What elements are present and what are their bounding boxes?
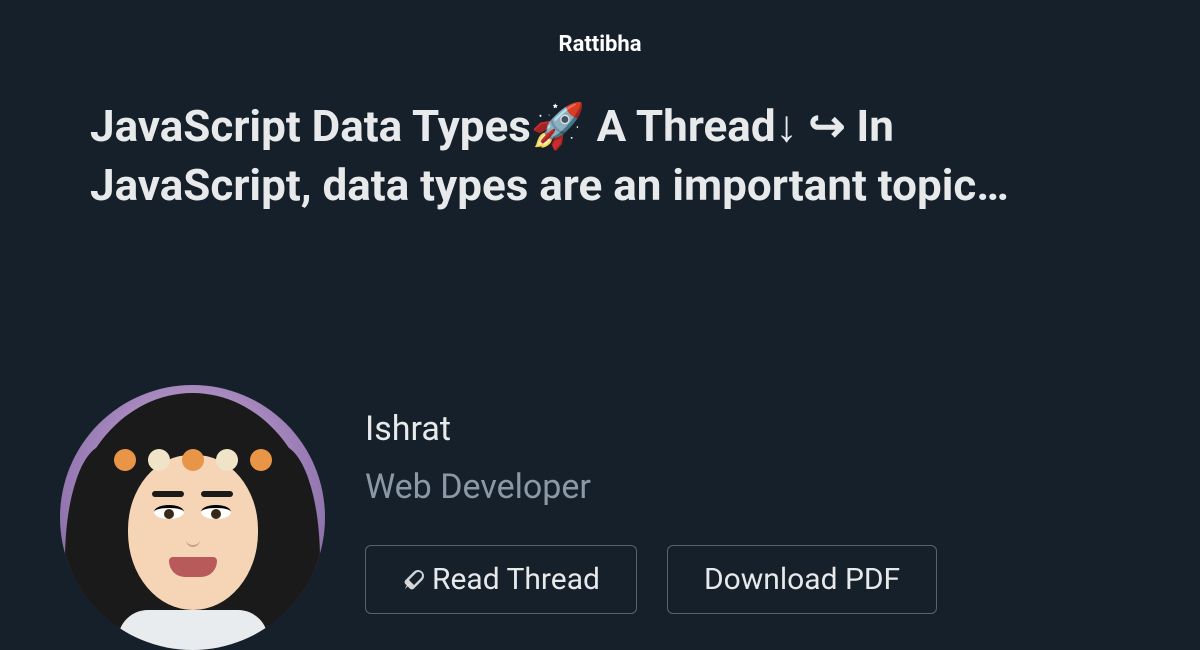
site-name: Rattibha — [558, 32, 641, 57]
download-pdf-button[interactable]: Download PDF — [667, 545, 937, 614]
download-pdf-label: Download PDF — [704, 562, 900, 597]
profile-info: Ishrat Web Developer Read Thread Downloa… — [365, 385, 937, 614]
author-name: Ishrat — [365, 409, 937, 449]
feather-icon — [402, 568, 426, 592]
read-thread-label: Read Thread — [432, 562, 600, 597]
profile-section: Ishrat Web Developer Read Thread Downloa… — [0, 385, 937, 630]
action-buttons: Read Thread Download PDF — [365, 545, 937, 614]
read-thread-button[interactable]: Read Thread — [365, 545, 637, 614]
author-avatar — [60, 385, 325, 650]
site-header: Rattibha — [0, 0, 1200, 57]
thread-title: JavaScript Data Types🚀 A Thread↓ ↪ In Ja… — [0, 57, 1200, 216]
author-role: Web Developer — [365, 467, 937, 507]
